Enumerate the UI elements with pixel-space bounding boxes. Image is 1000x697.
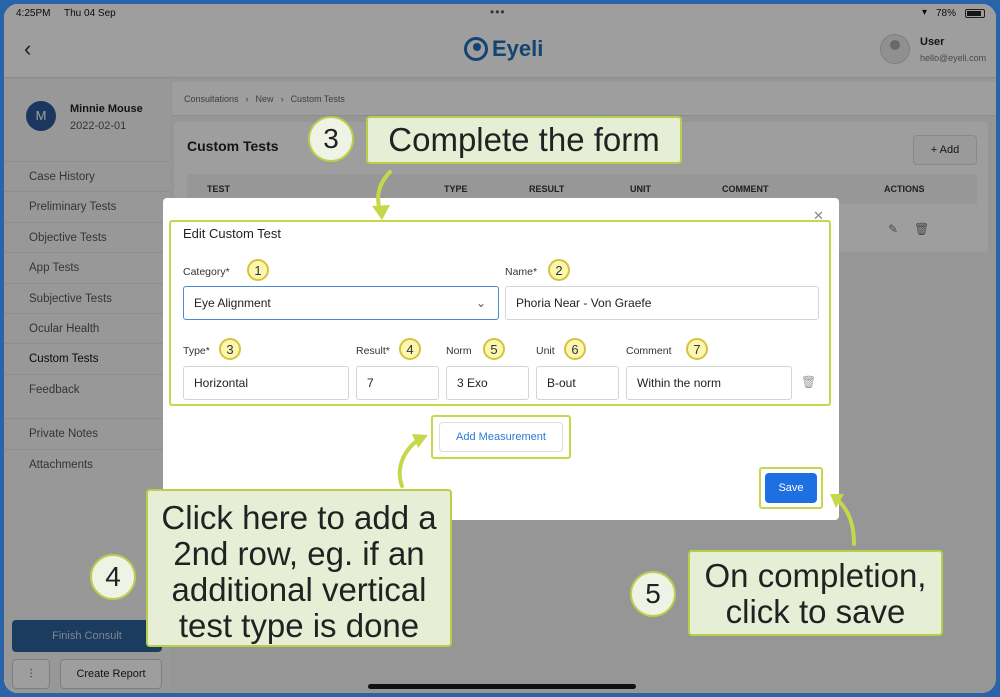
modal-title: Edit Custom Test <box>183 226 282 241</box>
chevron-down-icon: ⌄ <box>475 296 486 310</box>
save-button[interactable]: Save <box>765 473 817 503</box>
badge-6: 6 <box>564 338 586 360</box>
home-indicator[interactable] <box>368 684 636 689</box>
badge-3: 3 <box>219 338 241 360</box>
delete-row-trash-icon[interactable]: 🗑 <box>801 375 816 389</box>
step-4-circle: 4 <box>90 554 136 600</box>
badge-5: 5 <box>483 338 505 360</box>
edit-custom-test-modal: ✕ Edit Custom Test Category* 1 Name* 2 E… <box>163 198 839 520</box>
category-label: Category* <box>183 266 230 278</box>
badge-7: 7 <box>686 338 708 360</box>
norm-label: Norm <box>446 345 472 357</box>
category-value: Eye Alignment <box>194 296 271 310</box>
name-label: Name* <box>505 266 538 278</box>
result-label: Result* <box>356 345 390 357</box>
unit-label: Unit <box>536 345 555 357</box>
category-select[interactable]: Eye Alignment ⌄ <box>183 286 499 320</box>
type-label: Type* <box>183 345 210 357</box>
result-input[interactable]: 7 <box>356 366 439 400</box>
norm-input[interactable]: 3 Exo <box>446 366 529 400</box>
badge-2: 2 <box>548 259 570 281</box>
step-3-circle: 3 <box>308 116 354 162</box>
add-measurement-button[interactable]: Add Measurement <box>439 422 563 452</box>
step-5-callout: On completion, click to save <box>688 550 943 636</box>
step-4-callout: Click here to add a 2nd row, eg. if an a… <box>146 489 452 647</box>
unit-input[interactable]: B-out <box>536 366 619 400</box>
comment-label: Comment <box>626 345 672 357</box>
step-3-callout: Complete the form <box>366 116 682 164</box>
app-frame: 4:25PM Thu 04 Sep ••• ▾ 78% ‹ Eyeli User… <box>4 4 996 693</box>
badge-4: 4 <box>399 338 421 360</box>
step-5-circle: 5 <box>630 571 676 617</box>
type-input[interactable]: Horizontal <box>183 366 349 400</box>
comment-input[interactable]: Within the norm <box>626 366 792 400</box>
badge-1: 1 <box>247 259 269 281</box>
name-input[interactable]: Phoria Near - Von Graefe <box>505 286 819 320</box>
